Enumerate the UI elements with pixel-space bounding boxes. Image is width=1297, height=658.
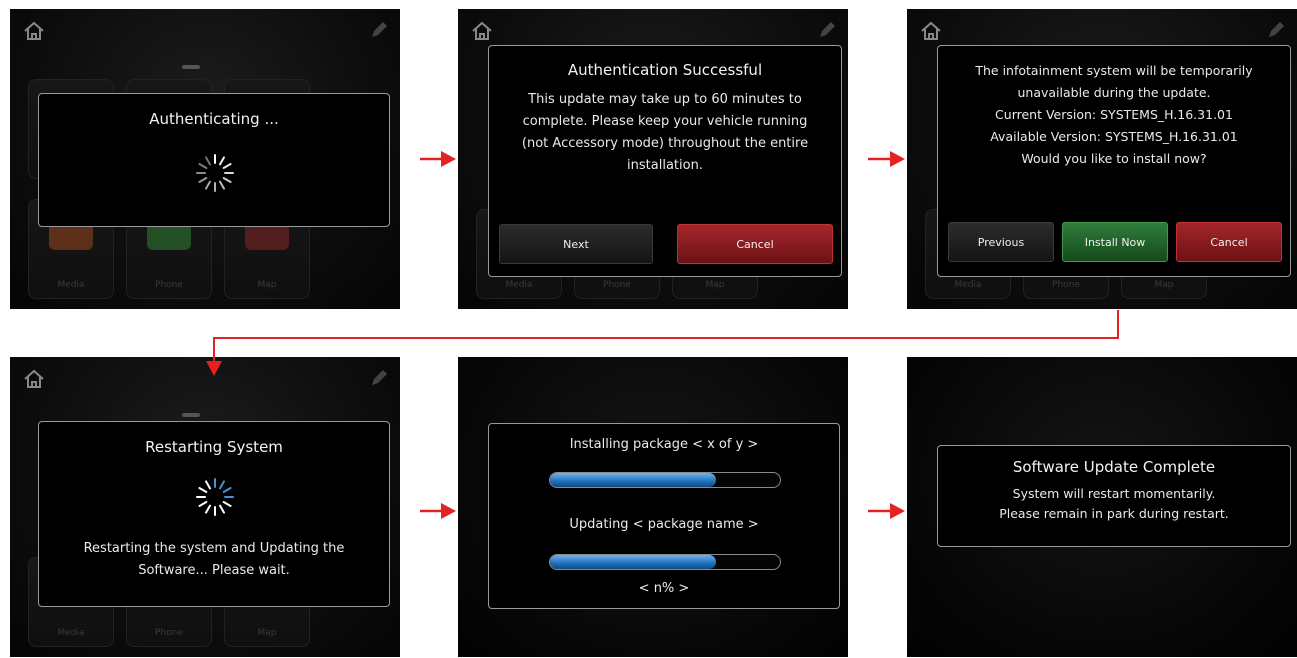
message-line: The infotainment system will be temporar…	[975, 63, 1253, 78]
message-line: (not Accessory mode) throughout the enti…	[521, 136, 809, 151]
cancel-button[interactable]: Cancel	[677, 224, 833, 264]
tile-label: Map	[257, 628, 277, 638]
update-progress-bar	[549, 554, 781, 570]
install-now-button[interactable]: Install Now	[1062, 222, 1168, 262]
dialog-message: This update may take up to 60 minutes to…	[489, 89, 841, 177]
screen-install-confirm: Media Phone Map The infotainment system …	[907, 9, 1297, 309]
tile-label: Phone	[155, 628, 183, 638]
home-icon[interactable]	[470, 19, 494, 43]
auth-dialog: Authenticating ...	[38, 93, 390, 227]
install-confirm-dialog: The infotainment system will be temporar…	[937, 45, 1291, 277]
tile-label: Phone	[603, 280, 631, 290]
package-status: Installing package < x of y >	[569, 437, 759, 452]
message-line: System will restart momentarily.	[1012, 486, 1216, 501]
pen-icon[interactable]	[368, 367, 390, 389]
percent-label: < n% >	[638, 581, 690, 596]
restarting-dialog: Restarting System Restarting the system …	[38, 421, 390, 607]
available-version: Available Version: SYSTEMS_H.16.31.01	[990, 129, 1238, 144]
arrow-1-to-2	[420, 151, 456, 167]
pen-icon[interactable]	[1265, 19, 1287, 41]
pen-icon[interactable]	[368, 19, 390, 41]
screen-restarting: Media Phone Map Restarting System Restar…	[10, 357, 400, 657]
screen-auth-successful: Media Phone Map Authentication Successfu…	[458, 9, 848, 309]
screen-installing: Installing package < x of y > Updating <…	[458, 357, 848, 657]
installing-dialog: Installing package < x of y > Updating <…	[488, 423, 840, 609]
pen-icon[interactable]	[816, 19, 838, 41]
screen-update-complete: Software Update Complete System will res…	[907, 357, 1297, 657]
arrow-4-to-5	[420, 503, 456, 519]
dialog-message: The infotainment system will be temporar…	[938, 60, 1290, 170]
dialog-message: System will restart momentarily. Please …	[938, 484, 1290, 524]
dialog-message: Restarting the system and Updating the S…	[39, 538, 389, 582]
dialog-title: Software Update Complete	[1012, 458, 1216, 476]
message-line: unavailable during the update.	[1017, 85, 1211, 100]
message-line: installation.	[627, 158, 703, 173]
dialog-title: Authentication Successful	[567, 61, 763, 79]
tile-label: Map	[257, 280, 277, 290]
home-icon[interactable]	[22, 19, 46, 43]
message-line: Restarting the system and Updating the	[83, 541, 345, 556]
tile-label: Media	[57, 628, 85, 638]
home-icon[interactable]	[919, 19, 943, 43]
page-indicator	[182, 65, 200, 69]
tile-label: Map	[1154, 280, 1174, 290]
dialog-title: Restarting System	[145, 438, 283, 456]
package-progress-bar	[549, 472, 781, 488]
page-indicator	[182, 413, 200, 417]
message-line: Would you like to install now?	[1021, 151, 1207, 166]
package-progress-fill	[550, 473, 716, 487]
auth-success-dialog: Authentication Successful This update ma…	[488, 45, 842, 277]
message-line: Please remain in park during restart.	[999, 506, 1229, 521]
arrow-5-to-6	[868, 503, 905, 519]
next-button[interactable]: Next	[499, 224, 653, 264]
cancel-button[interactable]: Cancel	[1176, 222, 1282, 262]
home-icon[interactable]	[22, 367, 46, 391]
updating-status: Updating < package name >	[569, 517, 759, 532]
dialog-title: Authenticating ...	[149, 110, 279, 128]
loading-spinner-icon	[196, 478, 234, 516]
loading-spinner-icon	[196, 154, 234, 192]
message-line: Software... Please wait.	[138, 563, 290, 578]
update-progress-fill	[550, 555, 716, 569]
previous-button[interactable]: Previous	[948, 222, 1054, 262]
tile-label: Map	[705, 280, 725, 290]
arrow-2-to-3	[868, 151, 905, 167]
screen-authenticating: Media Phone Map Authenticating ...	[10, 9, 400, 309]
message-line: This update may take up to 60 minutes to	[528, 92, 802, 107]
update-complete-dialog: Software Update Complete System will res…	[937, 445, 1291, 547]
tile-label: Media	[57, 280, 85, 290]
tile-label: Phone	[155, 280, 183, 290]
tile-label: Phone	[1052, 280, 1080, 290]
current-version: Current Version: SYSTEMS_H.16.31.01	[995, 107, 1233, 122]
tile-label: Media	[954, 280, 982, 290]
message-line: complete. Please keep your vehicle runni…	[522, 114, 808, 129]
tile-label: Media	[505, 280, 533, 290]
